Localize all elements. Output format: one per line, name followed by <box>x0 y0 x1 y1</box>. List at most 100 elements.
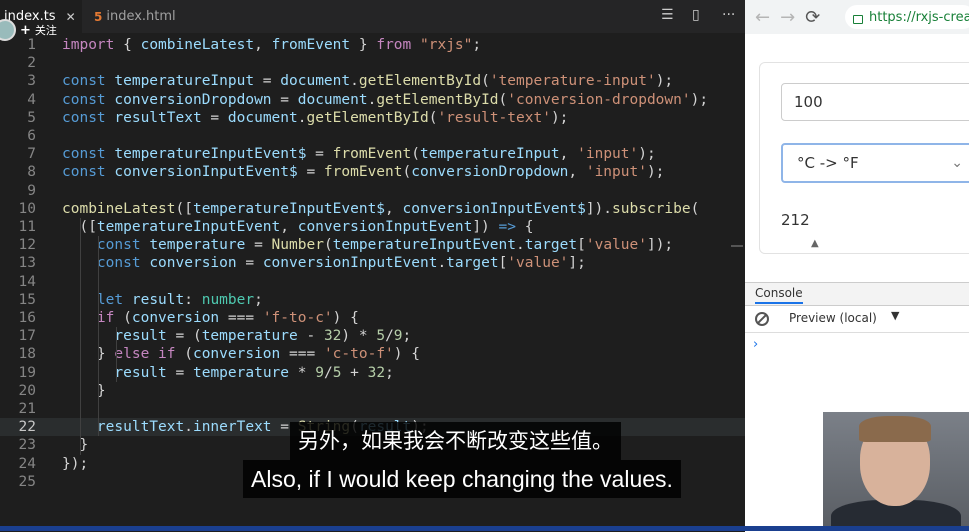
code-token: } <box>62 382 106 399</box>
code-token: temperatureInput <box>114 73 255 90</box>
code-token: 32 <box>367 364 386 381</box>
back-icon[interactable]: ← <box>755 7 770 28</box>
code-line[interactable]: 14 <box>0 273 745 291</box>
code-text: if (conversion === 'f-to-c') { <box>62 309 359 327</box>
code-line[interactable]: 8 const conversionInputEvent$ = fromEvent… <box>0 163 745 181</box>
presenter-video <box>823 412 969 526</box>
code-token: . <box>184 419 193 436</box>
indent-guide <box>98 236 99 437</box>
code-token: = <box>245 237 272 254</box>
clear-console-icon[interactable] <box>755 312 769 326</box>
conversion-value: °C -> °F <box>797 154 859 172</box>
code-line[interactable]: 11 ([temperatureInputEvent, conversionIn… <box>0 218 745 236</box>
code-line[interactable]: 10 combineLatest([temperatureInputEvent$,… <box>0 200 745 218</box>
more-actions-icon[interactable]: ··· <box>722 7 735 23</box>
code-token: ( <box>114 310 132 326</box>
subtitle-chinese: 另外，如果我会不断改变这些值。 <box>290 422 621 460</box>
forward-icon[interactable]: → <box>780 7 795 28</box>
code-line[interactable]: 5 const resultText = document.getElementB… <box>0 109 745 127</box>
code-token: const <box>62 109 106 126</box>
line-number: 7 <box>27 146 36 163</box>
code-token: else if <box>114 346 176 363</box>
code-token: conversionInputEvent$ <box>402 200 586 217</box>
code-token: result <box>131 291 185 308</box>
video-progress-bar[interactable] <box>0 526 969 531</box>
tab-console[interactable]: Console <box>755 286 803 304</box>
code-line[interactable]: 2 <box>0 54 745 72</box>
tab-index-html[interactable]: 5 index.html <box>84 0 194 33</box>
code-line[interactable]: 12 const temperature = Number(temperatur… <box>0 236 745 254</box>
code-line[interactable]: 18 } else if (conversion === 'c-to-f') { <box>0 345 745 363</box>
code-token: conversion <box>131 310 220 326</box>
code-token: , <box>559 146 578 163</box>
editor-tab-bar: index.ts ✕ 5 index.html ☰ ▯ ··· <box>0 0 745 33</box>
url-field[interactable]: https://rxjs-crea <box>845 5 969 29</box>
close-icon[interactable]: ✕ <box>66 10 76 24</box>
code-line[interactable]: 4 const conversionDropdown = document.get… <box>0 91 745 109</box>
code-token: ) * <box>341 328 377 345</box>
code-text: let result: number; <box>62 291 263 309</box>
code-token: resultText <box>114 109 202 126</box>
code-token: 5 <box>376 328 386 345</box>
code-token: const <box>96 237 141 254</box>
code-text: const temperatureInput = document.getEle… <box>62 72 673 90</box>
code-line[interactable]: 9 <box>0 182 745 200</box>
code-line[interactable]: 17 result = (temperature - 32) * 5/9; <box>0 327 745 345</box>
split-editor-icon[interactable]: ▯ <box>692 7 700 23</box>
line-number: 23 <box>18 437 36 454</box>
code-token: fromEvent <box>332 146 412 163</box>
code-token: document <box>297 91 368 108</box>
code-line[interactable]: 7 const temperatureInputEvent$ = fromEven… <box>0 145 745 163</box>
code-token: Number <box>271 237 324 254</box>
code-line[interactable]: 20 } <box>0 382 745 400</box>
html5-icon: 5 <box>94 9 103 24</box>
code-line[interactable]: 6 <box>0 127 745 145</box>
reload-icon[interactable]: ⟳ <box>805 7 820 28</box>
code-token: temperatureInput <box>419 146 560 163</box>
line-number: 13 <box>18 255 36 272</box>
code-line[interactable]: 16 if (conversion === 'f-to-c') { <box>0 309 745 327</box>
code-line[interactable]: 19 result = temperature * 9/5 + 32; <box>0 364 745 382</box>
code-token: conversionInputEvent <box>297 219 473 235</box>
indent-guide <box>116 327 117 364</box>
code-line[interactable]: 13 const conversion = conversionInputEve… <box>0 254 745 272</box>
line-number: 22 <box>18 419 36 436</box>
code-token: === <box>280 346 324 363</box>
code-token: fromEvent <box>323 164 403 181</box>
code-token: 'temperature-input' <box>489 73 656 90</box>
address-bar: ← → ⟳ https://rxjs-crea <box>745 0 969 34</box>
code-token: import <box>62 37 115 53</box>
indent-guide <box>80 218 81 455</box>
code-token: , <box>280 219 298 235</box>
code-line[interactable]: 21 <box>0 400 745 418</box>
code-token: document <box>280 73 351 90</box>
menu-icon[interactable]: ☰ <box>661 7 674 23</box>
code-line[interactable]: 1 import { combineLatest, fromEvent } fro… <box>0 36 745 54</box>
avatar <box>0 19 16 41</box>
code-line[interactable]: 3 const temperatureInput = document.getEl… <box>0 72 745 90</box>
code-token: const <box>62 91 106 108</box>
console-prompt-icon[interactable]: › <box>753 337 758 352</box>
conversion-dropdown[interactable]: °C -> °F ⌄ <box>781 143 969 183</box>
code-token: 'conversion-dropdown' <box>507 91 691 108</box>
line-number: 19 <box>18 364 36 381</box>
context-selector[interactable]: Preview (local) <box>789 311 877 325</box>
code-token: ) { <box>393 346 420 363</box>
follow-badge[interactable]: + 关注 <box>0 19 57 41</box>
line-number: 17 <box>18 328 36 345</box>
code-token: 'f-to-c' <box>262 310 333 326</box>
code-token: 9 <box>393 328 403 345</box>
code-token: = <box>236 255 263 272</box>
code-token: 'input' <box>585 164 647 181</box>
dropdown-arrow-icon[interactable]: ▼ <box>891 309 899 322</box>
code-token: }); <box>62 455 89 472</box>
scrollbar-marker[interactable] <box>731 245 743 247</box>
temperature-input[interactable]: 100 <box>781 83 969 121</box>
code-line[interactable]: 15 let result: number; <box>0 291 745 309</box>
code-token: conversionDropdown <box>114 91 272 108</box>
code-token: const <box>62 164 106 181</box>
code-text: combineLatest([temperatureInputEvent$, c… <box>62 200 699 218</box>
code-token: const <box>62 146 106 163</box>
code-token: ; <box>402 328 412 345</box>
